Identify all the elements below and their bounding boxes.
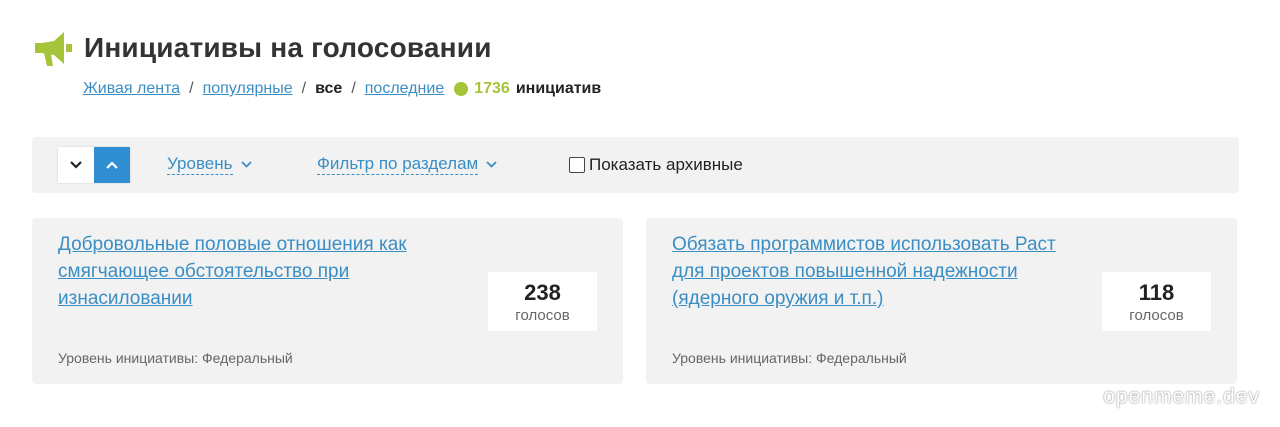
nav-separator: / xyxy=(351,80,356,97)
initiative-level: Уровень инициативы: Федеральный xyxy=(58,350,293,366)
chevron-down-icon xyxy=(486,161,497,168)
nav-link-latest[interactable]: последние xyxy=(365,80,444,98)
initiative-level: Уровень инициативы: Федеральный xyxy=(672,350,907,366)
breadcrumb-nav: Живая лента / популярные / все / последн… xyxy=(83,80,601,98)
sort-ascending-button[interactable] xyxy=(94,147,130,183)
vote-count-label: голосов xyxy=(1129,307,1184,324)
initiative-card: Добровольные половые отношения как смягч… xyxy=(32,218,623,384)
sort-descending-button[interactable] xyxy=(58,147,94,183)
show-archived-checkbox[interactable] xyxy=(569,157,585,173)
section-filter-dropdown[interactable]: Фильтр по разделам xyxy=(317,154,497,175)
nav-separator: / xyxy=(189,80,194,97)
vote-count: 118 xyxy=(1138,280,1175,305)
section-filter-label: Фильтр по разделам xyxy=(317,154,479,175)
nav-item-all-current: все xyxy=(315,80,343,97)
megaphone-icon xyxy=(35,32,72,66)
initiative-title-link[interactable]: Добровольные половые отношения как смягч… xyxy=(58,231,468,312)
initiative-card: Обязать программистов использовать Раст … xyxy=(646,218,1237,384)
vote-count-box: 118 голосов xyxy=(1102,272,1211,331)
show-archived-control: Показать архивные xyxy=(569,155,743,175)
nav-link-live-feed[interactable]: Живая лента xyxy=(83,80,180,98)
chevron-up-icon xyxy=(106,161,118,169)
sort-toggle xyxy=(58,147,130,183)
filter-toolbar: Уровень Фильтр по разделам Показать архи… xyxy=(32,137,1239,193)
initiatives-count-label: инициатив xyxy=(515,80,602,97)
initiative-title-link[interactable]: Обязать программистов использовать Раст … xyxy=(672,231,1082,312)
level-dropdown-label: Уровень xyxy=(167,154,233,175)
initiatives-count: 1736 xyxy=(474,80,510,97)
status-dot-icon xyxy=(454,82,469,96)
page-title: Инициативы на голосовании xyxy=(84,32,492,63)
vote-count: 238 xyxy=(524,280,561,305)
watermark: openmeme.dev xyxy=(1103,385,1260,408)
show-archived-label[interactable]: Показать архивные xyxy=(589,155,743,175)
chevron-down-icon xyxy=(240,161,252,168)
nav-separator: / xyxy=(301,80,307,97)
vote-count-label: голосов xyxy=(515,307,570,324)
chevron-down-icon xyxy=(70,161,82,169)
nav-link-popular[interactable]: популярные xyxy=(203,80,293,98)
page-header: Инициативы на голосовании xyxy=(32,26,492,70)
vote-count-box: 238 голосов xyxy=(488,272,597,331)
level-dropdown[interactable]: Уровень xyxy=(167,154,252,175)
